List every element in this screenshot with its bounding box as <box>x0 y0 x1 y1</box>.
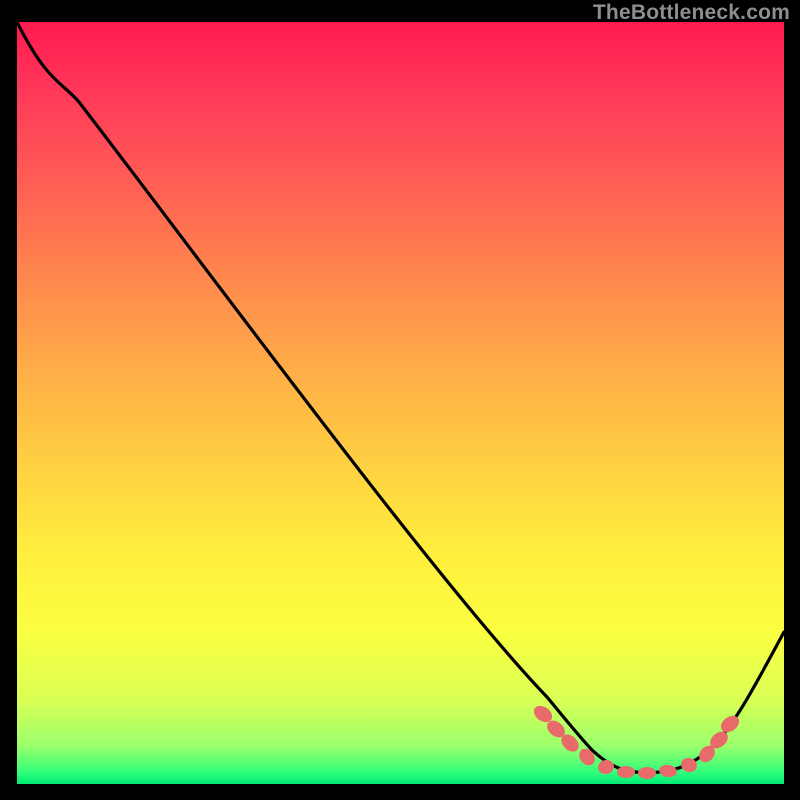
plot-area <box>17 22 784 784</box>
valley-dot <box>576 746 598 769</box>
valley-dot <box>617 766 635 778</box>
curve-layer <box>17 22 784 784</box>
valley-dot <box>596 758 615 776</box>
chart-frame: TheBottleneck.com <box>0 0 800 800</box>
main-curve <box>17 22 784 773</box>
valley-dot <box>638 767 656 779</box>
attribution-text: TheBottleneck.com <box>593 1 790 25</box>
valley-dot <box>658 764 677 778</box>
